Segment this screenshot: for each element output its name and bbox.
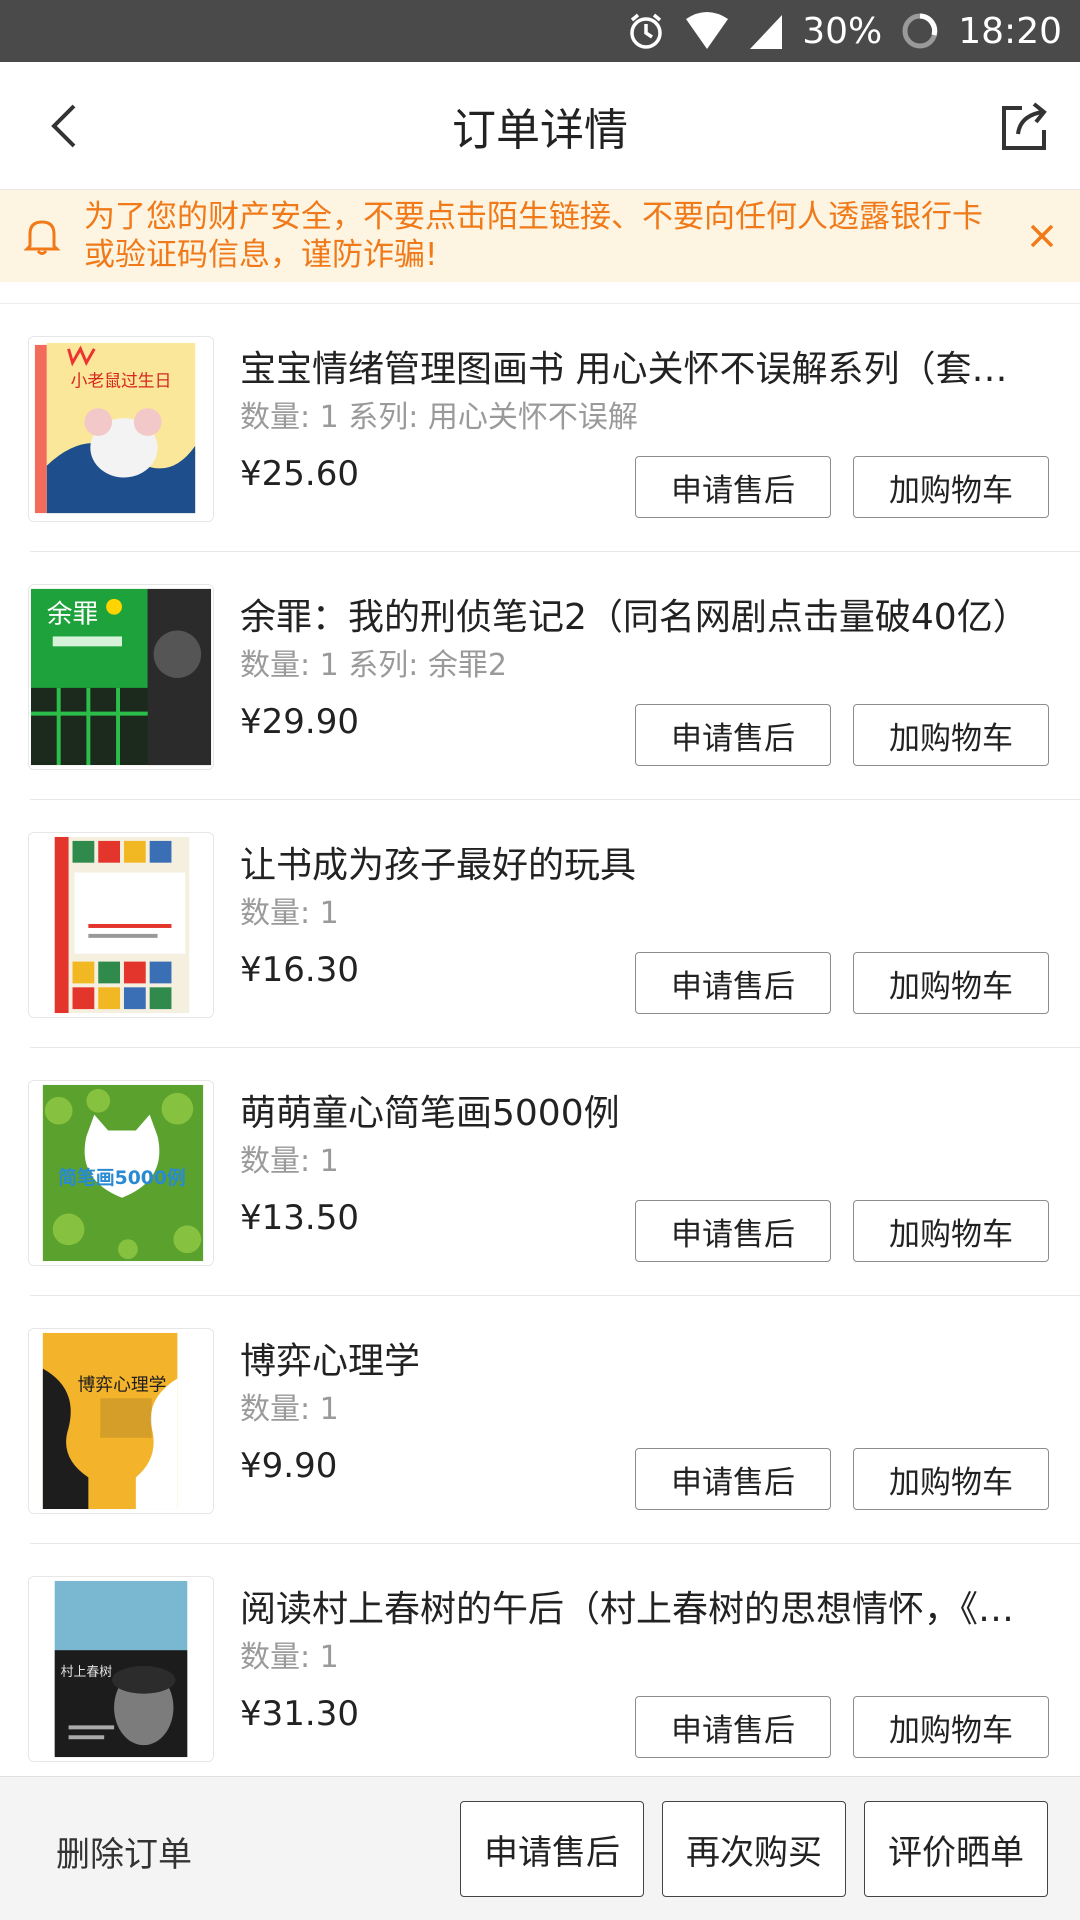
order-after-sale-button[interactable]: 申请售后 [460, 1801, 644, 1897]
alarm-icon [626, 11, 666, 51]
battery-level: 30% [802, 10, 883, 52]
after-sale-button[interactable]: 申请售后 [635, 456, 831, 518]
order-item[interactable]: 小老鼠过生日 宝宝情绪管理图画书 用心关怀不误解系列（套装全8册） 数量: 1 … [0, 304, 1080, 552]
item-name[interactable]: 让书成为孩子最好的玩具 [240, 836, 1040, 888]
item-price: ¥16.30 [240, 950, 359, 990]
book-cover[interactable]: 余罪 [28, 584, 214, 770]
item-name[interactable]: 萌萌童心简笔画5000例 [240, 1084, 1040, 1136]
book-cover[interactable]: 简笔画5000例 [28, 1080, 214, 1266]
item-price: ¥13.50 [240, 1198, 359, 1238]
add-to-cart-button[interactable]: 加购物车 [853, 704, 1049, 766]
notice-text: 为了您的财产安全，不要点击陌生链接、不要向任何人透露银行卡或验证码信息，谨防诈骗… [84, 199, 983, 273]
book-cover[interactable]: 小老鼠过生日 [28, 336, 214, 522]
svg-text:余罪: 余罪 [47, 600, 98, 630]
battery-icon [900, 11, 940, 51]
item-meta: 数量: 1 [240, 1640, 339, 1675]
safety-notice: 为了您的财产安全，不要点击陌生链接、不要向任何人透露银行卡或验证码信息，谨防诈骗… [0, 190, 1080, 282]
item-meta: 数量: 1 [240, 1392, 339, 1427]
review-button[interactable]: 评价晒单 [864, 1801, 1048, 1897]
item-name[interactable]: 宝宝情绪管理图画书 用心关怀不误解系列（套装全8册） [240, 340, 1040, 392]
delete-order-button[interactable]: 删除订单 [56, 1827, 192, 1876]
order-item[interactable]: 博弈心理学 博弈心理学 数量: 1 ¥9.90 申请售后 加购物车 [0, 1296, 1080, 1544]
signal-icon [748, 11, 784, 51]
clock: 18:20 [958, 10, 1062, 52]
buy-again-button[interactable]: 再次购买 [662, 1801, 846, 1897]
item-meta: 数量: 1 系列: 余罪2 [240, 648, 507, 683]
item-meta: 数量: 1 系列: 用心关怀不误解 [240, 400, 638, 435]
add-to-cart-button[interactable]: 加购物车 [853, 1696, 1049, 1758]
order-item-list: 小老鼠过生日 宝宝情绪管理图画书 用心关怀不误解系列（套装全8册） 数量: 1 … [0, 304, 1080, 1792]
item-name[interactable]: 阅读村上春树的午后（村上春树的思想情怀，《挪威的森林》译者林少华） [240, 1580, 1040, 1632]
add-to-cart-button[interactable]: 加购物车 [853, 1448, 1049, 1510]
bell-icon [23, 216, 61, 256]
item-price: ¥31.30 [240, 1694, 359, 1734]
svg-text:小老鼠过生日: 小老鼠过生日 [71, 370, 172, 390]
svg-text:简笔画5000例: 简笔画5000例 [58, 1166, 185, 1189]
app-header: 订单详情 [0, 62, 1080, 190]
notice-close-button[interactable] [1024, 218, 1060, 254]
add-to-cart-button[interactable]: 加购物车 [853, 952, 1049, 1014]
book-cover[interactable]: 村上春树 [28, 1576, 214, 1762]
item-price: ¥25.60 [240, 454, 359, 494]
after-sale-button[interactable]: 申请售后 [635, 952, 831, 1014]
after-sale-button[interactable]: 申请售后 [635, 1696, 831, 1758]
item-meta: 数量: 1 [240, 1144, 339, 1179]
item-name[interactable]: 余罪：我的刑侦笔记2（同名网剧点击量破40亿） [240, 588, 1040, 640]
share-icon [1002, 102, 1047, 150]
bottom-action-bar: 删除订单 申请售后 再次购买 评价晒单 [0, 1776, 1080, 1920]
item-price: ¥29.90 [240, 702, 359, 742]
after-sale-button[interactable]: 申请售后 [635, 1200, 831, 1262]
after-sale-button[interactable]: 申请售后 [635, 1448, 831, 1510]
status-bar: 30% 18:20 [0, 0, 1080, 62]
order-item[interactable]: 让书成为孩子最好的玩具 数量: 1 ¥16.30 申请售后 加购物车 [0, 800, 1080, 1048]
item-name[interactable]: 博弈心理学 [240, 1332, 1040, 1384]
back-button[interactable] [40, 100, 92, 152]
close-icon [1030, 224, 1054, 248]
svg-text:博弈心理学: 博弈心理学 [77, 1374, 166, 1395]
item-meta: 数量: 1 [240, 896, 339, 931]
after-sale-button[interactable]: 申请售后 [635, 704, 831, 766]
order-item[interactable]: 村上春树 阅读村上春树的午后（村上春树的思想情怀，《挪威的森林》译者林少华） 数… [0, 1544, 1080, 1792]
add-to-cart-button[interactable]: 加购物车 [853, 456, 1049, 518]
order-item[interactable]: 简笔画5000例 萌萌童心简笔画5000例 数量: 1 ¥13.50 申请售后 … [0, 1048, 1080, 1296]
book-cover[interactable] [28, 832, 214, 1018]
chevron-left-icon [51, 104, 76, 148]
wifi-icon [684, 11, 730, 51]
item-price: ¥9.90 [240, 1446, 338, 1486]
order-item[interactable]: 余罪 余罪：我的刑侦笔记2（同名网剧点击量破40亿） 数量: 1 系列: 余罪2… [0, 552, 1080, 800]
page-title: 订单详情 [452, 104, 628, 156]
add-to-cart-button[interactable]: 加购物车 [853, 1200, 1049, 1262]
share-button[interactable] [996, 98, 1054, 156]
book-cover[interactable]: 博弈心理学 [28, 1328, 214, 1514]
svg-text:村上春树: 村上春树 [61, 1665, 113, 1680]
